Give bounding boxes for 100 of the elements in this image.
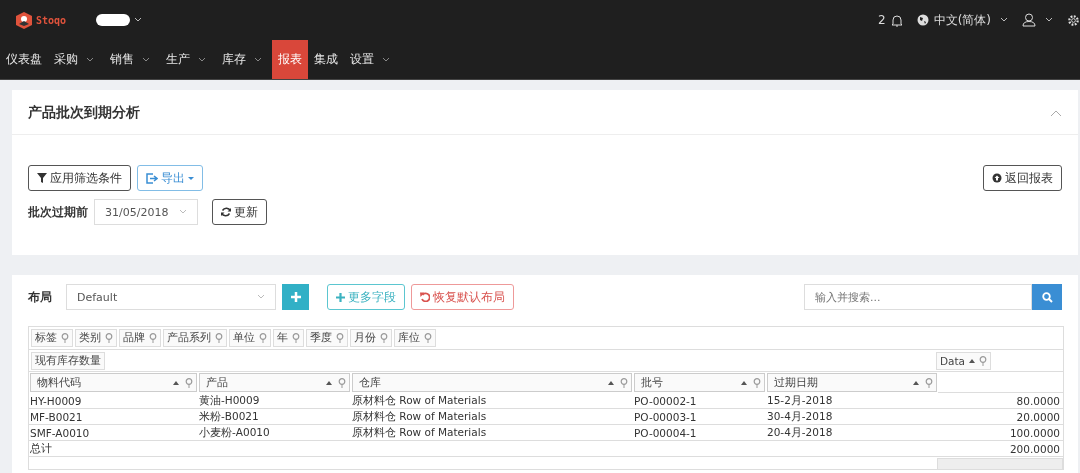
report-title: 产品批次到期分析 <box>28 104 140 122</box>
column-header[interactable]: 物料代码 <box>30 373 197 392</box>
field-chip[interactable]: 季度 <box>306 329 348 347</box>
field-chip[interactable]: Data <box>935 351 991 370</box>
pin-icon[interactable] <box>292 333 300 343</box>
table-cell: PO-00003-1 <box>633 409 766 425</box>
nav-tab[interactable]: 设置 <box>344 40 400 79</box>
pin-icon[interactable] <box>105 333 113 343</box>
field-chip[interactable]: 标签 <box>31 329 73 347</box>
layout-label: 布局 <box>28 289 52 305</box>
nav-tab[interactable]: 报表 <box>272 40 308 79</box>
table-cell: 小麦粉-A0010 <box>198 425 351 441</box>
export-button[interactable]: 导出 <box>137 165 203 191</box>
field-chip[interactable]: 品牌 <box>119 329 161 347</box>
caret-icon <box>142 56 150 63</box>
pin-icon[interactable] <box>259 333 267 343</box>
nav-tab[interactable]: 采购 <box>48 40 104 79</box>
table-cell: PO-00002-1 <box>633 393 766 409</box>
sort-icon[interactable] <box>608 379 614 386</box>
date-field[interactable]: 31/05/2018 <box>94 199 198 225</box>
column-header[interactable]: 批号 <box>634 373 765 392</box>
nav-tab[interactable]: 生产 <box>160 40 216 79</box>
caret-icon[interactable] <box>134 17 143 23</box>
sort-icon[interactable] <box>913 379 919 386</box>
sort-icon[interactable] <box>326 379 332 386</box>
export-icon <box>146 172 158 184</box>
sort-icon[interactable] <box>173 379 179 386</box>
arrow-up-circle-icon <box>992 173 1002 183</box>
field-chip[interactable]: 现有库存数量 <box>31 351 105 370</box>
layout-select[interactable]: Default <box>66 284 276 310</box>
table-cell: 原材料仓 Row of Materials <box>351 393 633 409</box>
search-field[interactable]: 输入并搜索... <box>804 284 1032 310</box>
pin-icon[interactable] <box>925 377 933 388</box>
notification-count[interactable]: 2 <box>878 13 886 27</box>
sort-icon[interactable] <box>741 379 747 386</box>
search-icon <box>1041 291 1053 303</box>
caret-icon <box>257 294 265 300</box>
table-cell: 80.0000 <box>938 393 1063 409</box>
search-button[interactable] <box>1032 284 1062 310</box>
caret-icon <box>179 209 187 215</box>
pin-icon[interactable] <box>185 377 193 388</box>
table-cell: 20.0000 <box>938 409 1063 425</box>
settings-icon[interactable] <box>1067 13 1080 27</box>
globe-icon <box>916 14 929 26</box>
pin-icon[interactable] <box>620 377 628 388</box>
table-cell: PO-00004-1 <box>633 425 766 441</box>
field-chip[interactable]: 库位 <box>394 329 436 347</box>
pin-icon[interactable] <box>61 333 69 343</box>
field-chip[interactable]: 类别 <box>75 329 117 347</box>
table-cell: MF-B0021 <box>29 409 198 425</box>
table-cell: SMF-A0010 <box>29 425 198 441</box>
caret-icon <box>198 56 206 63</box>
pin-icon[interactable] <box>424 333 432 343</box>
nav-tab[interactable]: 仪表盘 <box>0 40 48 79</box>
table-cell: 20-4月-2018 <box>766 425 938 441</box>
pin-icon[interactable] <box>336 333 344 343</box>
sort-icon[interactable] <box>969 357 975 364</box>
pin-icon[interactable] <box>338 377 346 388</box>
pin-icon[interactable] <box>149 333 157 343</box>
refresh-button[interactable]: 更新 <box>212 199 267 225</box>
field-chip[interactable]: 年 <box>273 329 304 347</box>
column-header[interactable]: 过期日期 <box>767 373 937 392</box>
language-selector[interactable]: 中文(简体) <box>933 11 991 29</box>
table-cell: 原材料仓 Row of Materials <box>351 409 633 425</box>
column-header[interactable]: 产品 <box>199 373 350 392</box>
horizontal-scrollbar[interactable] <box>937 458 1063 470</box>
pin-icon[interactable] <box>215 333 223 343</box>
filter-label: 批次过期前 <box>28 204 88 220</box>
table-cell: HY-H0009 <box>29 393 198 409</box>
redaction-mark <box>96 14 131 26</box>
caret-icon <box>86 56 94 63</box>
caret-icon[interactable] <box>1045 17 1053 23</box>
field-chip[interactable]: 单位 <box>229 329 271 347</box>
bell-icon[interactable] <box>890 13 903 27</box>
apply-filter-button[interactable]: 应用筛选条件 <box>28 165 131 191</box>
pin-icon[interactable] <box>753 377 761 388</box>
nav-tab[interactable]: 销售 <box>104 40 160 79</box>
table-cell: 30-4月-2018 <box>766 409 938 425</box>
column-header[interactable]: 仓库 <box>352 373 632 392</box>
table-cell: 100.0000 <box>938 425 1063 441</box>
total-value: 200.0000 <box>938 441 1063 457</box>
field-chip[interactable]: 产品系列 <box>163 329 227 347</box>
user-icon[interactable] <box>1022 13 1036 27</box>
field-chip[interactable]: 月份 <box>350 329 392 347</box>
add-layout-button[interactable] <box>282 284 309 310</box>
caret-icon <box>254 56 262 63</box>
back-to-reports-button[interactable]: 返回报表 <box>983 165 1062 191</box>
reset-layout-button[interactable]: 恢复默认布局 <box>411 284 514 310</box>
brand-name: Stoqo <box>36 14 67 26</box>
table-cell: 原材料仓 Row of Materials <box>351 425 633 441</box>
nav-tab[interactable]: 库存 <box>216 40 272 79</box>
pin-icon[interactable] <box>380 333 388 343</box>
collapse-icon[interactable] <box>1050 109 1062 117</box>
plus-icon <box>336 292 345 302</box>
logo-icon <box>16 11 32 29</box>
undo-icon <box>420 292 430 302</box>
caret-icon[interactable] <box>1000 17 1008 23</box>
table-cell: 15-2月-2018 <box>766 393 938 409</box>
filter-icon <box>37 173 47 183</box>
nav-tab[interactable]: 集成 <box>308 40 344 79</box>
